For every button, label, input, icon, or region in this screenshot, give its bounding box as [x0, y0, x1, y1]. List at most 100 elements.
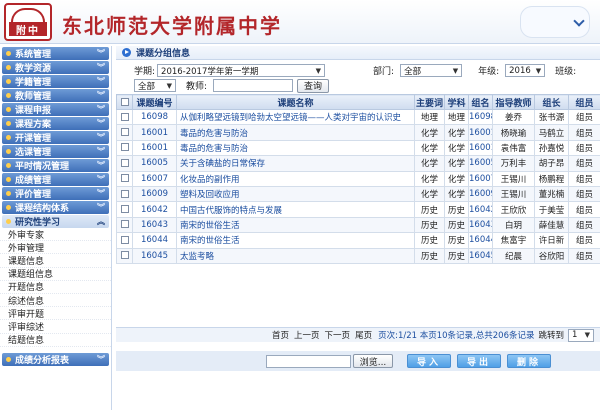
topic-name-cell[interactable]: 从伽利略望远镜到哈勃太空望远镜——人类对宇宙的认识史	[176, 108, 415, 126]
topic-name-cell[interactable]: 化妆品的副作用	[176, 170, 415, 187]
row-select-cell[interactable]	[116, 247, 133, 264]
sidebar-menu-item[interactable]: 选课管理 ︾	[2, 145, 109, 158]
sidebar-subitem[interactable]: 综述信息	[0, 294, 111, 308]
next-page-link[interactable]: 下一页	[325, 329, 351, 341]
row-select-cell[interactable]	[116, 232, 133, 249]
table-row[interactable]: 16009塑料及回收应用化学化学16009王锡川董兆楠组员	[116, 185, 600, 203]
row-select-cell[interactable]	[116, 170, 133, 187]
members-cell[interactable]: 组员	[568, 124, 600, 141]
table-row[interactable]: 16001毒品的危害与防治化学化学16001袁伟富孙嘉悦组员	[116, 139, 600, 157]
checkbox-icon[interactable]	[120, 128, 129, 137]
table-row[interactable]: 16045太监考略历史历史16045纪晨谷欣阳组员	[116, 247, 600, 264]
sidebar-menu-item[interactable]: 课程结构体系 ︾	[2, 201, 109, 214]
teacher-input[interactable]	[213, 79, 294, 92]
sidebar-menu-item[interactable]: 开课管理 ︾	[2, 131, 109, 144]
row-select-cell[interactable]	[116, 201, 133, 218]
col-header[interactable]: 课题编号	[132, 94, 177, 110]
import-button[interactable]: 导入	[407, 354, 451, 368]
topic-name-cell[interactable]: 毒品的危害与防治	[176, 124, 415, 141]
col-header[interactable]: 学科	[444, 94, 469, 110]
row-select-cell[interactable]	[116, 155, 133, 172]
last-page-link[interactable]: 尾页	[355, 329, 372, 341]
checkbox-icon[interactable]	[120, 235, 129, 244]
sidebar-subitem[interactable]: 结题信息	[0, 334, 111, 347]
checkbox-icon[interactable]	[120, 112, 129, 121]
table-row[interactable]: 16005关于含碘盐的日常保存化学化学16005万利丰胡子昂组员	[116, 155, 600, 172]
sidebar-menu-item[interactable]: 课程申报 ︾	[2, 103, 109, 116]
sidebar-subitem[interactable]: 外审专家	[0, 228, 111, 242]
col-header[interactable]: 组员	[568, 94, 600, 110]
members-cell[interactable]: 组员	[568, 108, 600, 126]
col-header[interactable]: 组名	[468, 94, 493, 110]
checkbox-icon[interactable]	[120, 143, 129, 152]
sidebar-subitem[interactable]: 开题信息	[0, 281, 111, 294]
topic-name-cell[interactable]: 毒品的危害与防治	[176, 139, 415, 157]
dept-select[interactable]: 全部 ▼	[400, 64, 463, 77]
prev-page-link[interactable]: 上一页	[294, 329, 320, 341]
sidebar-menu-item[interactable]: 系统管理 ︾	[2, 47, 109, 60]
table-row[interactable]: 16042中国古代服饰的特点与发展历史历史16042王欣欣于美莹组员	[116, 201, 600, 218]
sidebar-subitem[interactable]: 课题组信息	[0, 268, 111, 281]
row-select-cell[interactable]	[116, 185, 133, 203]
members-cell[interactable]: 组员	[568, 247, 600, 264]
sidebar-menu-item[interactable]: 教学资源 ︾	[2, 61, 109, 74]
members-cell[interactable]: 组员	[568, 185, 600, 203]
sidebar-subitem[interactable]: 评审综述	[0, 320, 111, 334]
row-select-cell[interactable]	[116, 124, 133, 141]
table-row[interactable]: 16007化妆品的副作用化学化学16007王锡川杨鹏程组员	[116, 170, 600, 187]
table-row[interactable]: 16044南宋的世俗生活历史历史16044焦富宇许日新组员	[116, 232, 600, 249]
members-cell[interactable]: 组员	[568, 201, 600, 218]
col-header[interactable]: 课题名称	[176, 94, 415, 110]
sidebar-menu-item[interactable]: 学籍管理 ︾	[2, 75, 109, 88]
checkbox-icon[interactable]	[120, 189, 129, 198]
members-cell[interactable]: 组员	[568, 155, 600, 172]
export-button[interactable]: 导出	[457, 354, 501, 368]
select-all-header[interactable]	[116, 94, 133, 110]
table-row[interactable]: 16098从伽利略望远镜到哈勃太空望远镜——人类对宇宙的认识史地理地理16098…	[116, 108, 600, 126]
row-select-cell[interactable]	[116, 216, 133, 234]
table-row[interactable]: 16001毒品的危害与防治化学化学16001杨晓瑜马鹤立组员	[116, 124, 600, 141]
term-select[interactable]: 2016-2017学年第一学期 ▼	[157, 64, 326, 77]
sidebar-subitem[interactable]: 外审管理	[0, 241, 111, 255]
sidebar-menu-item[interactable]: 课程方案 ︾	[2, 117, 109, 130]
members-cell[interactable]: 组员	[568, 170, 600, 187]
header-collapse-button[interactable]	[520, 6, 590, 38]
topic-name-cell[interactable]: 塑料及回收应用	[176, 185, 415, 203]
checkbox-icon[interactable]	[120, 220, 129, 229]
checkbox-icon[interactable]	[120, 205, 129, 214]
table-row[interactable]: 16043南宋的世俗生活历史历史16043白玥薛佳慧组员	[116, 216, 600, 234]
sidebar-subitem[interactable]: 评审开题	[0, 307, 111, 321]
checkbox-icon[interactable]	[120, 158, 129, 167]
col-header[interactable]: 指导教师	[492, 94, 535, 110]
sidebar-menu-item[interactable]: 评价管理 ︾	[2, 187, 109, 200]
sidebar-menu-item[interactable]: 教师管理 ︾	[2, 89, 109, 102]
browse-button[interactable]: 浏览...	[353, 354, 393, 368]
topic-name-cell[interactable]: 南宋的世俗生活	[176, 232, 415, 249]
jump-page-select[interactable]: 1 ▼	[568, 328, 594, 342]
sidebar-menu-item[interactable]: 平时情况管理 ︾	[2, 159, 109, 172]
topic-name-cell[interactable]: 南宋的世俗生活	[176, 216, 415, 234]
grade-select[interactable]: 2016 ▼	[505, 64, 546, 77]
first-page-link[interactable]: 首页	[272, 329, 289, 341]
topic-name-cell[interactable]: 太监考略	[176, 247, 415, 264]
col-header[interactable]: 主要词	[414, 94, 445, 110]
members-cell[interactable]: 组员	[568, 139, 600, 157]
sidebar-menu-item[interactable]: 成绩管理 ︾	[2, 173, 109, 186]
row-select-cell[interactable]	[116, 108, 133, 126]
sidebar-item-research-study[interactable]: 研究性学习 ︽	[2, 215, 109, 228]
topic-name-cell[interactable]: 中国古代服饰的特点与发展	[176, 201, 415, 218]
checkbox-icon[interactable]	[120, 97, 129, 106]
checkbox-icon[interactable]	[120, 251, 129, 260]
topic-name-cell[interactable]: 关于含碘盐的日常保存	[176, 155, 415, 172]
members-cell[interactable]: 组员	[568, 216, 600, 234]
query-button[interactable]: 查询	[297, 78, 330, 93]
col-header[interactable]: 组长	[534, 94, 569, 110]
members-cell[interactable]: 组员	[568, 232, 600, 249]
delete-button[interactable]: 删除	[507, 354, 551, 368]
file-path-input[interactable]	[266, 354, 351, 368]
class-select[interactable]: 全部 ▼	[134, 79, 176, 92]
row-select-cell[interactable]	[116, 139, 133, 157]
checkbox-icon[interactable]	[120, 174, 129, 183]
sidebar-subitem[interactable]: 课题信息	[0, 254, 111, 268]
sidebar-item-score-report[interactable]: 成绩分析报表 ︾	[2, 352, 109, 366]
